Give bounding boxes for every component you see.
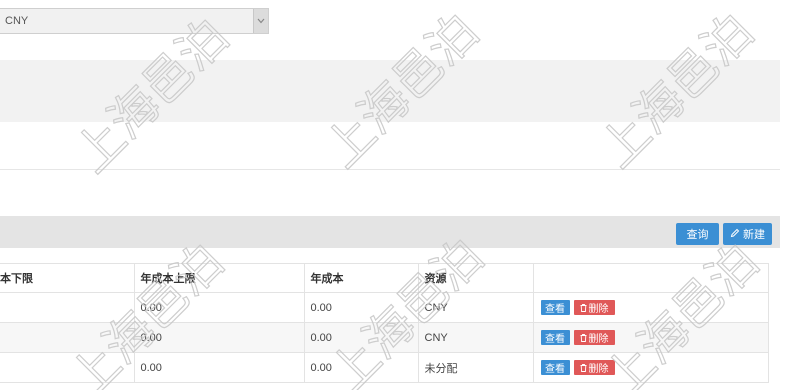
delete-button[interactable]: 删除 (573, 360, 615, 375)
section-divider (0, 169, 780, 170)
new-button-label: 新建 (743, 229, 765, 241)
delete-button-label: 删除 (588, 364, 609, 375)
cell-upper: 0.00 (133, 352, 305, 383)
currency-select-value: CNY (5, 15, 29, 27)
query-button[interactable]: 查询 (676, 223, 719, 245)
delete-button-label: 删除 (588, 304, 609, 315)
delete-button[interactable]: 删除 (573, 300, 615, 315)
cell-resource: CNY (417, 292, 534, 323)
cell-upper: 0.00 (133, 322, 305, 353)
table-row: 0.00 0.00 未分配 查看 删除 (0, 352, 769, 383)
trash-icon (580, 303, 586, 312)
cell-lower (0, 292, 135, 323)
column-header-lower: 本下限 (0, 263, 135, 293)
trash-icon (580, 363, 586, 372)
table-row: 0.00 0.00 CNY 查看 删除 (0, 292, 769, 323)
cell-actions: 查看 删除 (532, 322, 769, 353)
table-toolbar (0, 216, 780, 248)
delete-button-label: 删除 (588, 334, 609, 345)
view-button[interactable]: 查看 (540, 360, 570, 375)
pencil-icon (730, 228, 740, 241)
delete-button[interactable]: 删除 (573, 330, 615, 345)
currency-select[interactable]: CNY (0, 8, 269, 34)
column-header-upper: 年成本上限 (133, 263, 305, 293)
cell-annual-cost: 0.00 (303, 352, 419, 383)
column-header-resource: 资源 (417, 263, 534, 293)
column-header-actions (532, 263, 769, 293)
cell-actions: 查看 删除 (532, 292, 769, 323)
cost-table: 本下限 年成本上限 年成本 资源 0.00 0.00 CNY 查看 删除 0.00… (0, 263, 769, 383)
cell-resource: 未分配 (417, 352, 534, 383)
cell-annual-cost: 0.00 (303, 292, 419, 323)
cell-actions: 查看 删除 (532, 352, 769, 383)
trash-icon (580, 333, 586, 342)
cell-annual-cost: 0.00 (303, 322, 419, 353)
cell-lower (0, 322, 135, 353)
chevron-down-icon[interactable] (253, 9, 268, 33)
filter-row-band (0, 60, 780, 122)
view-button[interactable]: 查看 (540, 330, 570, 345)
query-button-label: 查询 (686, 229, 709, 241)
column-header-annual-cost: 年成本 (303, 263, 419, 293)
table-row: 0.00 0.00 CNY 查看 删除 (0, 322, 769, 353)
cell-upper: 0.00 (133, 292, 305, 323)
cell-lower (0, 352, 135, 383)
table-header-row: 本下限 年成本上限 年成本 资源 (0, 263, 769, 293)
new-button[interactable]: 新建 (723, 223, 772, 245)
cell-resource: CNY (417, 322, 534, 353)
view-button[interactable]: 查看 (540, 300, 570, 315)
